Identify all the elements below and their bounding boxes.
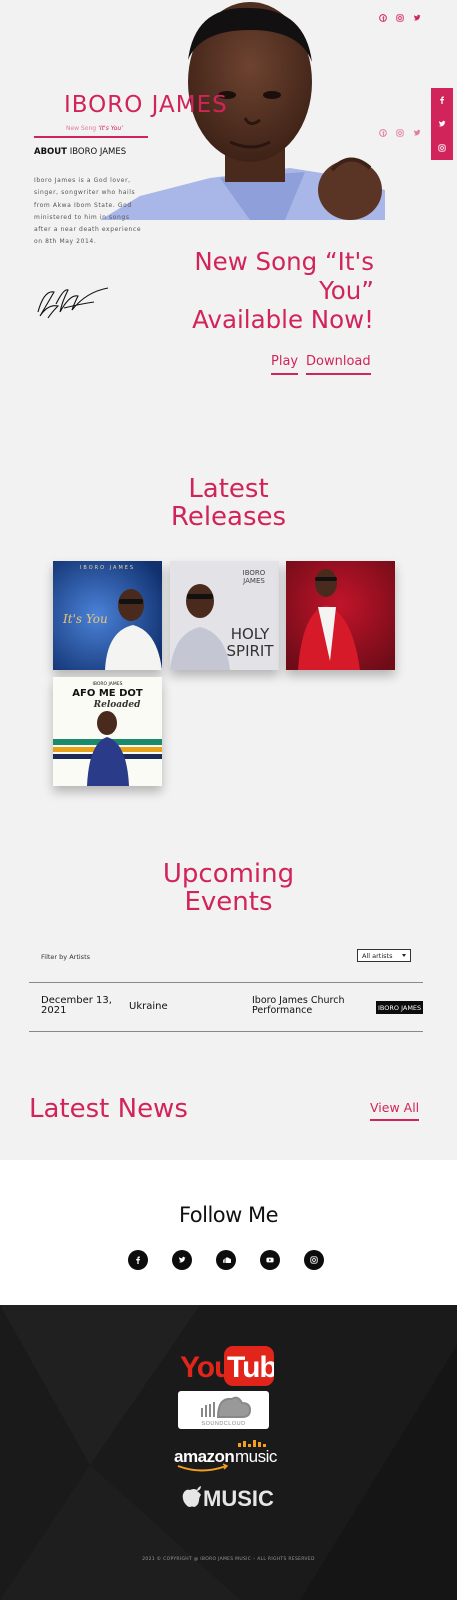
twitter-icon[interactable] xyxy=(412,13,421,22)
release-cover-red-suit[interactable] xyxy=(286,561,395,670)
svg-text:JAMES: JAMES xyxy=(242,577,265,585)
side-share-bar xyxy=(431,88,453,160)
artist-filter-value: All artists xyxy=(362,952,393,960)
latest-releases-title-line-2: Releases xyxy=(170,502,287,532)
new-song-prefix: New Song xyxy=(66,125,97,132)
instagram-icon[interactable] xyxy=(395,128,404,137)
release-cover-afo-me-dot[interactable]: IBORO JAMES AFO ME DOT Reloaded xyxy=(53,677,162,786)
twitter-icon[interactable] xyxy=(172,1250,192,1270)
instagram-icon[interactable] xyxy=(438,144,446,152)
artist-signature xyxy=(34,282,112,322)
artist-filter-select[interactable]: All artists xyxy=(357,949,411,962)
latest-releases-title: Latest Releases xyxy=(0,475,457,531)
upcoming-events-title-line-1: Upcoming xyxy=(162,859,295,889)
event-title: Iboro James Church Performance xyxy=(252,996,362,1016)
apple-music-logo[interactable]: MUSIC xyxy=(181,1481,275,1511)
event-artist-badge[interactable]: IBORO JAMES xyxy=(376,1001,423,1014)
latest-news-title: Latest News xyxy=(29,1094,188,1124)
event-location: Ukraine xyxy=(129,1001,168,1012)
upcoming-events-title-line-2: Events xyxy=(184,887,273,917)
new-song-title: ‘It's You’ xyxy=(98,125,124,132)
event-date: December 13, 2021 xyxy=(41,996,121,1016)
facebook-icon[interactable] xyxy=(438,96,446,104)
footer: You Tube SOUNDCLOUD amazon music MUSIC xyxy=(0,1305,457,1600)
youtube-icon[interactable] xyxy=(260,1250,280,1270)
youtube-logo[interactable]: You Tube xyxy=(180,1344,294,1386)
download-button[interactable]: Download xyxy=(306,354,371,375)
facebook-icon[interactable] xyxy=(128,1250,148,1270)
follow-me-title: Follow Me xyxy=(178,1203,279,1227)
svg-text:SOUNDCLOUD: SOUNDCLOUD xyxy=(201,1421,245,1427)
follow-section: Follow Me xyxy=(0,1160,457,1305)
filter-by-artists-label: Filter by Artists xyxy=(41,953,90,961)
new-song-tag: New Song ‘It's You’ xyxy=(66,125,123,132)
release-cover-holy-spirit[interactable]: IBORO JAMES HOLY SPIRIT xyxy=(170,561,279,670)
instagram-icon[interactable] xyxy=(395,13,404,22)
twitter-icon[interactable] xyxy=(412,128,421,137)
upcoming-events-title: Upcoming Events xyxy=(0,860,457,916)
event-date-line-2: 2021 xyxy=(41,1005,67,1016)
soundcloud-logo[interactable]: SOUNDCLOUD xyxy=(178,1391,269,1429)
svg-text:music: music xyxy=(235,1447,278,1466)
svg-text:Tube: Tube xyxy=(227,1351,274,1384)
about-label-bold: ABOUT xyxy=(34,147,67,157)
copyright-text: 2021 © COPYRIGHT @ IBORO JAMES MUSIC – A… xyxy=(142,1557,315,1562)
announcement-line-2: You” xyxy=(319,276,374,305)
instagram-icon[interactable] xyxy=(304,1250,324,1270)
new-song-announcement: New Song “It's You” Available Now! xyxy=(170,247,374,334)
top-social-links xyxy=(378,13,421,22)
about-heading: ABOUT IBORO JAMES xyxy=(34,147,126,157)
release-cover-its-you[interactable]: IBORO JAMES It's You xyxy=(53,561,162,670)
announcement-line-1: New Song “It's xyxy=(194,247,374,276)
latest-releases-title-line-1: Latest xyxy=(188,474,269,504)
event-table-bottom-rule xyxy=(29,1031,423,1032)
facebook-icon[interactable] xyxy=(378,128,387,137)
event-title-line-2: Performance xyxy=(252,1005,313,1016)
follow-social-icons xyxy=(128,1250,324,1270)
announcement-line-3: Available Now! xyxy=(192,305,374,334)
svg-text:amazon: amazon xyxy=(174,1447,234,1466)
twitter-icon[interactable] xyxy=(438,120,446,128)
svg-text:IBORO JAMES: IBORO JAMES xyxy=(93,681,123,687)
svg-text:AFO ME DOT: AFO ME DOT xyxy=(72,688,143,699)
svg-text:You: You xyxy=(180,1351,231,1384)
amazon-music-logo[interactable]: amazon music xyxy=(174,1439,280,1475)
view-all-news-link[interactable]: View All xyxy=(370,1100,420,1121)
about-label-rest: IBORO JAMES xyxy=(69,147,127,157)
svg-text:Reloaded: Reloaded xyxy=(93,700,141,710)
chevron-down-icon xyxy=(402,954,406,957)
facebook-icon[interactable] xyxy=(378,13,387,22)
soundcloud-icon[interactable] xyxy=(216,1250,236,1270)
hero-social-links xyxy=(378,128,421,137)
svg-text:MUSIC: MUSIC xyxy=(203,1486,274,1511)
svg-text:SPIRIT: SPIRIT xyxy=(227,642,275,660)
svg-text:It's You: It's You xyxy=(62,612,108,626)
artist-name-heading: IBORO JAMES xyxy=(64,92,228,118)
svg-text:HOLY: HOLY xyxy=(231,625,270,643)
about-divider xyxy=(34,136,148,138)
svg-text:IBORO: IBORO xyxy=(243,569,266,577)
play-button[interactable]: Play xyxy=(271,354,299,375)
event-row[interactable]: December 13, 2021 Ukraine Iboro James Ch… xyxy=(29,983,423,1031)
about-text: Iboro James is a God lover, singer, song… xyxy=(34,177,142,246)
svg-text:IBORO JAMES: IBORO JAMES xyxy=(80,565,135,571)
